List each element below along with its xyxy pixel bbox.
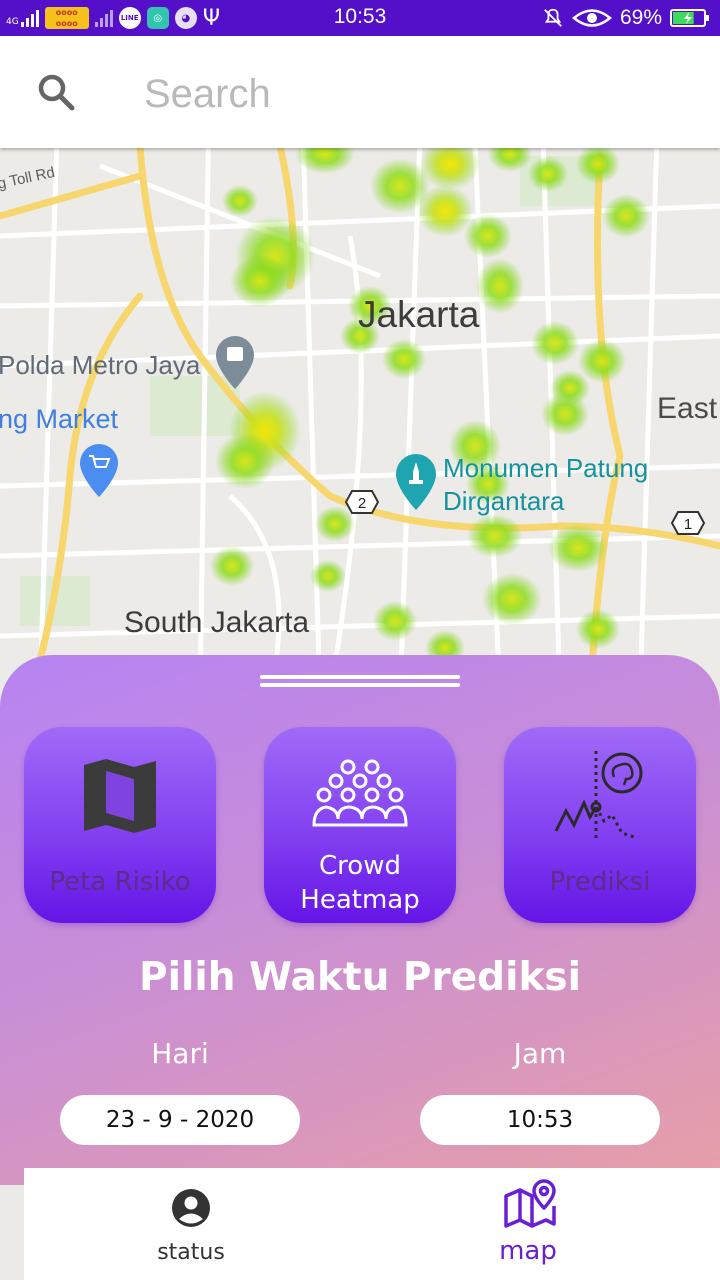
status-right-icons: 69%	[542, 4, 710, 32]
prediksi-button[interactable]: Prediksi	[504, 727, 696, 923]
hour-label: Jam	[513, 1037, 567, 1070]
svg-text:2: 2	[358, 495, 366, 512]
map-label-monumen-line2: Dirgantara	[443, 486, 565, 516]
search-bar[interactable]	[0, 36, 720, 148]
map-label-east: East	[657, 392, 718, 425]
crowd-icon	[312, 759, 408, 827]
crowd-heatmap-label-line2: Heatmap	[300, 885, 420, 915]
peta-risiko-button[interactable]: Peta Risiko	[24, 727, 216, 923]
battery-icon	[670, 9, 709, 27]
prediction-time-title: Pilih Waktu Prediksi	[139, 955, 581, 1000]
map-pin-icon	[504, 1179, 556, 1228]
search-input[interactable]	[144, 66, 684, 122]
crowd-heatmap-button[interactable]: Crowd Heatmap	[264, 727, 456, 923]
prediksi-label: Prediksi	[549, 867, 651, 897]
search-icon[interactable]	[36, 72, 76, 112]
prediction-chart-icon	[554, 751, 643, 839]
bottom-navigation: status map	[24, 1168, 720, 1280]
status-bar: 4G oooo oooo LINE ◎ ◕ Ψ 10:53 69%	[0, 0, 720, 36]
crowd-heatmap-label-line1: Crowd	[319, 851, 401, 881]
route-shield-1[interactable]: 1	[670, 511, 706, 535]
time-picker-field[interactable]: 10:53	[420, 1095, 660, 1145]
nav-label-map: map	[499, 1236, 557, 1266]
nav-item-status[interactable]: status	[91, 1168, 291, 1280]
svg-text:1: 1	[684, 516, 692, 533]
map-label-monumen: Monumen Patung Dirgantara	[443, 452, 648, 518]
day-label: Hari	[151, 1037, 209, 1070]
route-shield-2[interactable]: 2	[344, 490, 380, 514]
eye-comfort-icon	[572, 9, 612, 27]
bottom-sheet[interactable]: Peta Risiko Crowd Heatmap Prediksi Pilih…	[0, 655, 720, 1185]
folded-map-icon	[84, 759, 156, 833]
map-label-polda: Polda Metro Jaya	[0, 350, 201, 380]
mute-icon	[544, 8, 562, 27]
map-label-south: South Jakarta	[124, 606, 310, 639]
date-picker-field[interactable]: 23 - 9 - 2020	[60, 1095, 300, 1145]
nav-item-map[interactable]: map	[428, 1168, 628, 1280]
drag-handle-line-1[interactable]	[260, 675, 460, 679]
map-label-market: ng Market	[0, 404, 119, 434]
peta-risiko-label: Peta Risiko	[49, 867, 191, 897]
map-label-monumen-line1: Monumen Patung	[443, 453, 649, 483]
nav-label-status: status	[157, 1240, 225, 1265]
drag-handle-line-2[interactable]	[260, 683, 460, 687]
battery-percent: 69%	[619, 6, 662, 29]
map-label-jakarta: Jakarta	[358, 294, 480, 335]
account-circle-icon	[172, 1189, 210, 1227]
crowd-heatmap-label: Crowd Heatmap	[264, 849, 456, 917]
